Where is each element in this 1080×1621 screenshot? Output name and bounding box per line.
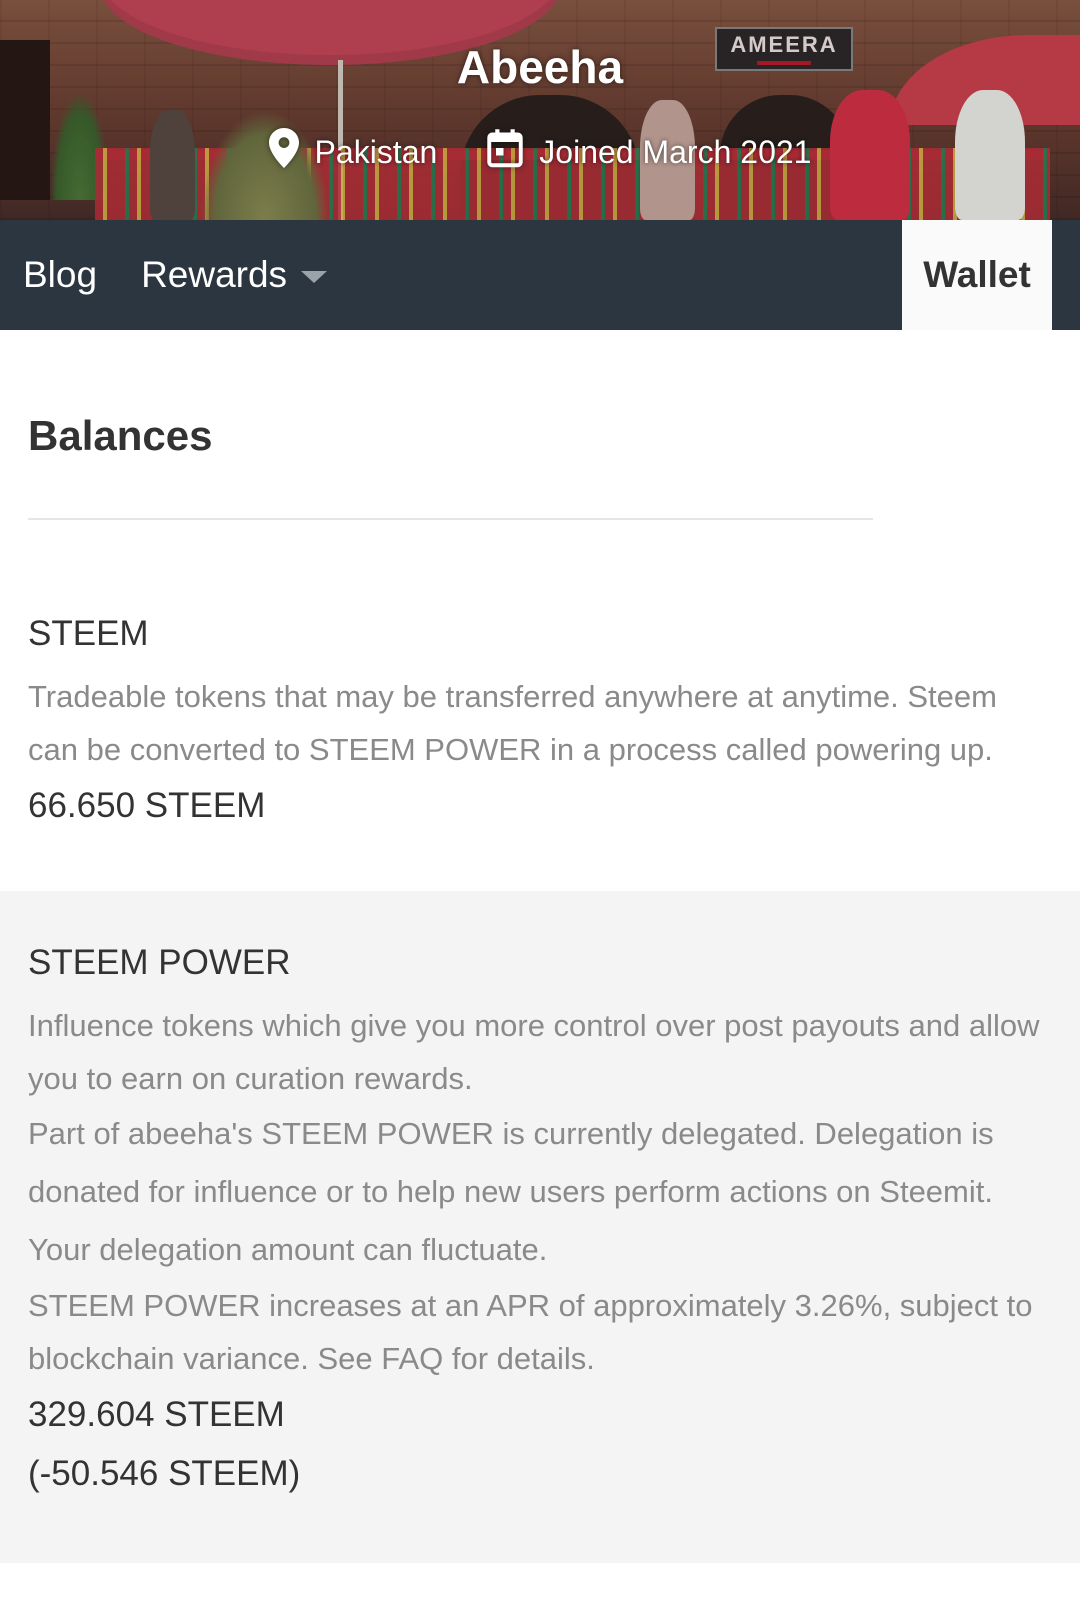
tab-wallet[interactable]: Wallet [902, 220, 1052, 330]
tab-wallet-label: Wallet [923, 254, 1031, 295]
tab-rewards-dropdown[interactable]: Rewards [141, 220, 328, 330]
steem-power-description: Influence tokens which give you more con… [28, 1008, 1040, 1096]
steem-power-section: STEEM POWER Influence tokens which give … [0, 891, 1080, 1563]
profile-joined: Joined March 2021 [487, 128, 811, 176]
steem-amount[interactable]: 66.650 STEEM [28, 776, 1052, 836]
steem-power-apr-note: STEEM POWER increases at an APR of appro… [28, 1288, 1033, 1376]
steem-power-delegated-amount[interactable]: (-50.546 STEEM) [28, 1444, 1052, 1503]
caret-down-icon [301, 271, 328, 283]
steem-title: STEEM [28, 614, 149, 653]
steem-description: Tradeable tokens that may be transferred… [28, 679, 997, 767]
tab-rewards-label: Rewards [141, 254, 288, 295]
profile-name: Abeeha [456, 41, 624, 93]
joined-text: Joined March 2021 [539, 133, 812, 170]
balances-heading: Balances [28, 412, 213, 459]
tab-blog-label: Blog [23, 254, 98, 295]
steem-power-delegation-note: Part of abeeha's STEEM POWER is currentl… [28, 1116, 994, 1267]
profile-cover: AMEERA Abeeha Pakistan Joined March 2021 [0, 0, 1080, 220]
steem-balance-section: STEEM Tradeable tokens that may be trans… [0, 520, 1080, 891]
profile-nav: Blog Rewards Wallet [0, 220, 1080, 330]
location-pin-icon [268, 128, 299, 176]
location-text: Pakistan [314, 133, 438, 170]
steem-power-title: STEEM POWER [28, 943, 291, 982]
calendar-icon [487, 128, 523, 176]
profile-meta: Pakistan Joined March 2021 [0, 128, 1080, 176]
profile-location: Pakistan [268, 128, 438, 176]
tab-blog[interactable]: Blog [23, 220, 97, 330]
steem-power-amount[interactable]: 329.604 STEEM [28, 1385, 1052, 1444]
